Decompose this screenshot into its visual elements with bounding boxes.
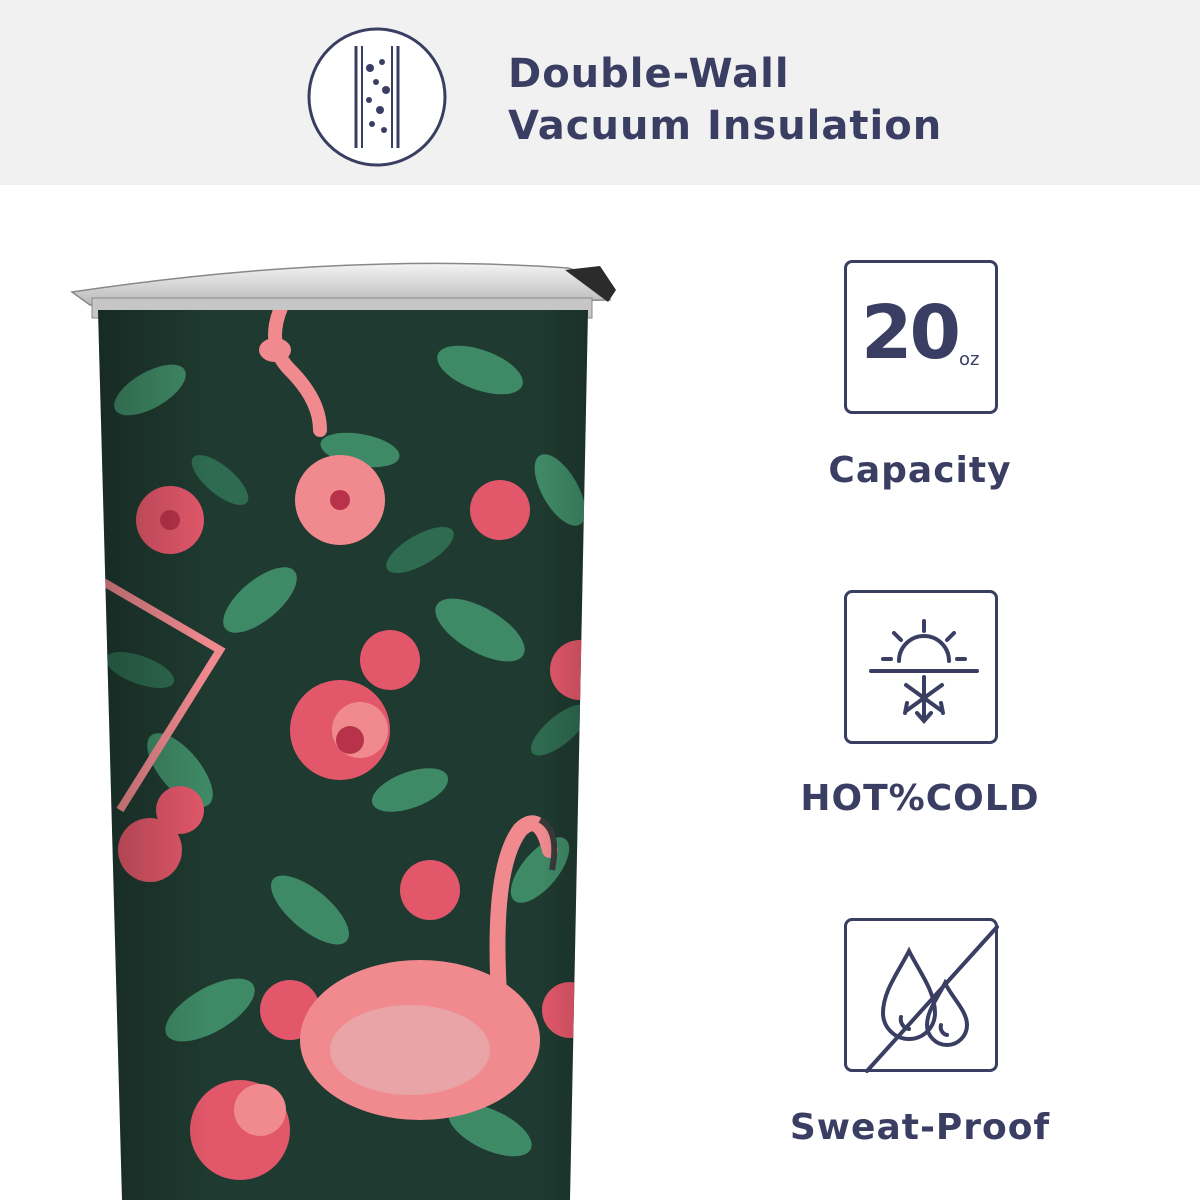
double-wall-insulation-icon [306,26,448,168]
flamingo-tropical-tumbler [60,250,660,1200]
capacity-20oz-icon: 20 oz [844,260,998,414]
sweat-proof-label: Sweat-Proof [789,1107,1051,1148]
capacity-number: 20 [861,290,961,376]
capacity-unit: oz [959,349,980,370]
capacity-label: Capacity [828,450,1012,491]
no-water-drops-icon [844,918,999,1073]
banner-title-line1: Double-Wall [508,51,790,97]
banner-title-line2: Vacuum Insulation [508,103,943,149]
hot-cold-label: HOT%COLD [800,778,1040,819]
top-banner: Double-Wall Vacuum Insulation [0,0,1200,185]
sun-snowflake-icon [844,590,998,744]
banner-title: Double-Wall Vacuum Insulation [508,48,942,152]
